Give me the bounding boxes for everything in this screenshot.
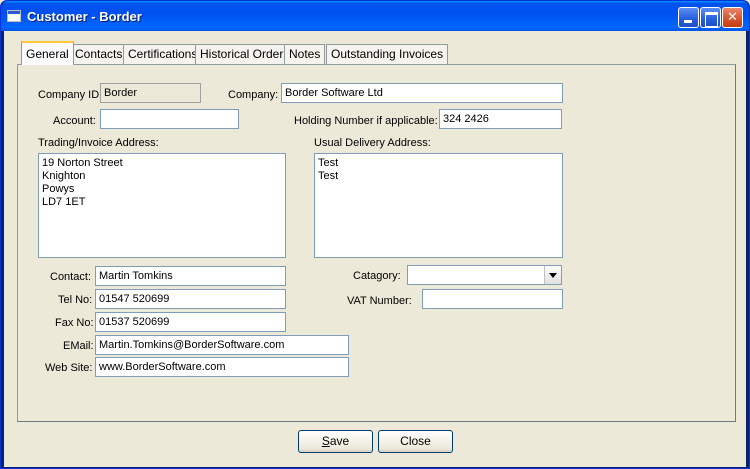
close-button[interactable]: Close bbox=[378, 430, 453, 453]
customer-window: Customer - Border ✕ General Contacts Cer… bbox=[0, 0, 750, 469]
tab-historical-orders[interactable]: Historical Orders bbox=[195, 44, 295, 64]
save-label: ave bbox=[329, 434, 350, 448]
tab-certifications[interactable]: Certifications bbox=[123, 44, 203, 64]
company-label: Company: bbox=[228, 89, 279, 101]
vat-number-input[interactable] bbox=[422, 289, 563, 309]
category-select[interactable] bbox=[407, 265, 562, 285]
account-input[interactable] bbox=[100, 109, 239, 129]
tab-outstanding-invoices[interactable]: Outstanding Invoices bbox=[326, 44, 449, 64]
contact-input[interactable]: Martin Tomkins bbox=[95, 266, 286, 286]
delivery-address-label: Usual Delivery Address: bbox=[314, 137, 431, 149]
contact-label: Contact: bbox=[50, 271, 91, 283]
tab-contacts[interactable]: Contacts bbox=[70, 44, 128, 64]
holding-number-label: Holding Number if applicable: bbox=[294, 115, 438, 127]
tel-no-label: Tel No: bbox=[58, 294, 93, 306]
holding-number-input[interactable]: 324 2426 bbox=[439, 109, 562, 129]
close-icon[interactable]: ✕ bbox=[722, 7, 743, 28]
email-label: EMail: bbox=[63, 340, 94, 352]
app-window-icon[interactable] bbox=[7, 10, 21, 22]
website-input[interactable]: www.BorderSoftware.com bbox=[95, 357, 349, 377]
title-bar[interactable]: Customer - Border ✕ bbox=[1, 1, 749, 31]
minimize-icon[interactable] bbox=[678, 7, 699, 28]
company-id-field: Border bbox=[100, 83, 201, 103]
company-id-label: Company ID: bbox=[38, 89, 103, 101]
category-label: Catagory: bbox=[353, 270, 401, 282]
company-input[interactable]: Border Software Ltd bbox=[281, 83, 563, 103]
window-title: Customer - Border bbox=[27, 9, 142, 24]
tab-notes[interactable]: Notes bbox=[284, 44, 326, 64]
email-input[interactable]: Martin.Tomkins@BorderSoftware.com bbox=[95, 335, 349, 355]
trading-address-label: Trading/Invoice Address: bbox=[38, 137, 159, 149]
tel-no-input[interactable]: 01547 520699 bbox=[95, 289, 286, 309]
maximize-icon[interactable] bbox=[700, 7, 721, 28]
account-label: Account: bbox=[53, 115, 96, 127]
fax-no-label: Fax No: bbox=[55, 317, 94, 329]
vat-number-label: VAT Number: bbox=[347, 295, 412, 307]
delivery-address-textarea[interactable]: Test Test bbox=[314, 153, 563, 258]
trading-address-textarea[interactable]: 19 Norton Street Knighton Powys LD7 1ET bbox=[38, 153, 286, 258]
website-label: Web Site: bbox=[45, 362, 93, 374]
fax-no-input[interactable]: 01537 520699 bbox=[95, 312, 286, 332]
chevron-down-icon[interactable] bbox=[544, 266, 561, 284]
save-accelerator: S bbox=[321, 434, 330, 448]
tab-general[interactable]: General bbox=[21, 41, 74, 65]
save-button[interactable]: Save bbox=[298, 430, 373, 453]
